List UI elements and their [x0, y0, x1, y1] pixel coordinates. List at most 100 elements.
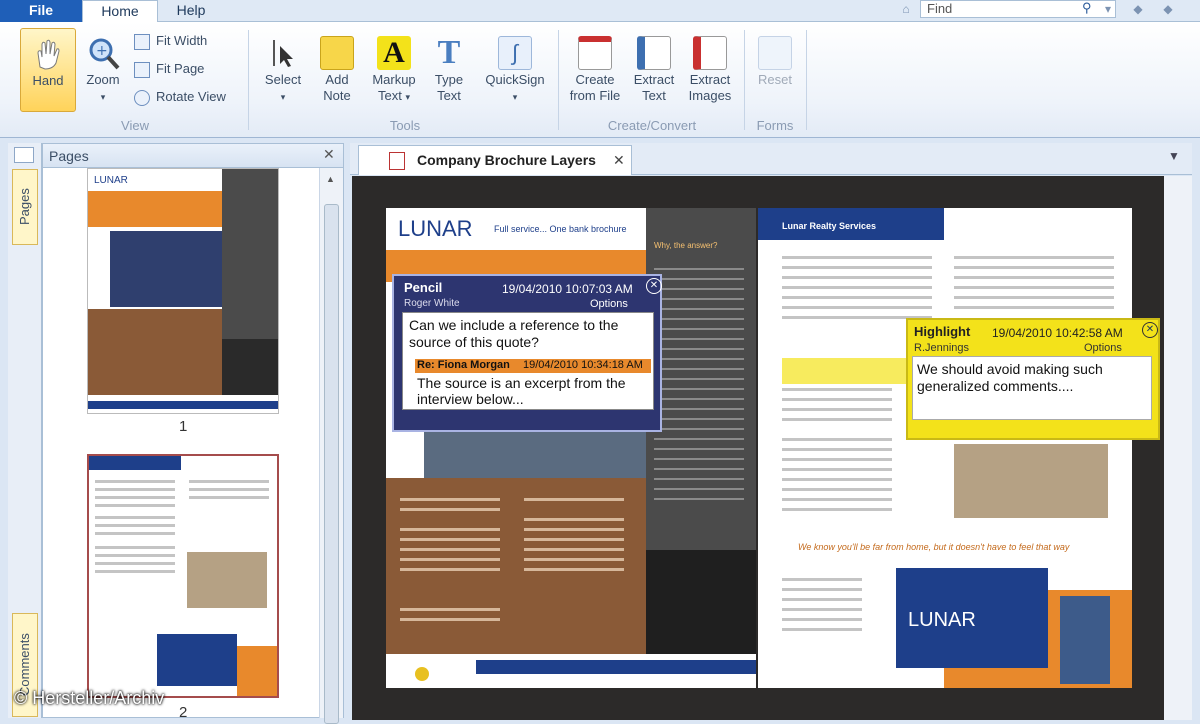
reply-author: Re: Fiona Morgan [417, 359, 510, 371]
comment-text: We should avoid making such generalized … [917, 361, 1103, 394]
comment-options-button[interactable]: Options [590, 298, 628, 310]
ribbon-tab-bar: File Home Help ⌂ Find ⚲ ▾ ◆ ◆ [0, 0, 1200, 23]
right-page-header: Lunar Realty Services [782, 221, 876, 231]
markup-text-button[interactable]: A Markup Text ▾ [366, 28, 422, 112]
chevron-down-icon[interactable]: ▾ [1100, 1, 1116, 17]
brochure-card-logo: LUNAR [908, 609, 976, 631]
ribbon-separator [248, 30, 249, 130]
svg-text:+: + [96, 43, 108, 59]
type-text-button[interactable]: T Type Text [426, 28, 472, 112]
create-from-file-button[interactable]: Create from File [564, 28, 626, 112]
add-note-button[interactable]: Add Note [312, 28, 362, 112]
scroll-thumb[interactable] [324, 204, 339, 724]
close-comment-icon[interactable]: ✕ [1142, 322, 1158, 338]
comment-date: 19/04/2010 10:42:58 AM [992, 326, 1123, 340]
group-view-label: View [121, 118, 149, 133]
comment-body[interactable]: Can we include a reference to the source… [402, 312, 654, 410]
forward-icon[interactable]: ◆ [1130, 1, 1146, 17]
pages-scrollbar[interactable]: ▲ [319, 168, 343, 724]
comment-options-button[interactable]: Options [1084, 342, 1122, 354]
extract-text-button[interactable]: Extract Text [628, 28, 680, 112]
comment-author: Roger White [404, 298, 460, 309]
extract-images-icon [693, 36, 727, 70]
reset-button[interactable]: Reset [750, 28, 800, 112]
page-number-1: 1 [179, 418, 188, 435]
ribbon: Hand + Zoom ▾ Fit Width Fit Page Rotate V… [0, 22, 1200, 138]
reply-text: The source is an excerpt from the interv… [417, 375, 626, 407]
zoom-button[interactable]: + Zoom ▾ [78, 28, 128, 112]
close-tab-icon[interactable]: ✕ [613, 146, 625, 174]
reset-icon [758, 36, 792, 70]
side-tab-strip: Pages Comments [8, 143, 42, 718]
hand-label: Hand [32, 73, 64, 88]
type-text-icon: T [437, 34, 461, 71]
ribbon-separator [558, 30, 559, 130]
page-number-2: 2 [179, 704, 188, 721]
help-icon[interactable]: ◆ [1160, 1, 1176, 17]
tab-home[interactable]: Home [82, 0, 158, 23]
panel-toggle-icon[interactable] [14, 147, 34, 163]
rotate-icon [134, 89, 150, 106]
right-page-art: Lunar Realty Services We know you'll be … [758, 208, 1132, 688]
pdf-file-icon [389, 152, 405, 170]
hand-button[interactable]: Hand [20, 28, 76, 112]
quicksign-button[interactable]: ∫ QuickSign ▾ [478, 28, 552, 112]
side-tab-pages[interactable]: Pages [12, 169, 38, 245]
ribbon-separator [806, 30, 807, 130]
extract-images-button[interactable]: Extract Images [682, 28, 738, 112]
pages-panel: Pages ✕ LUNAR 1 2 ▲ [42, 143, 344, 724]
extract-text-label: Extract Text [633, 72, 675, 103]
copyright-watermark: © Hersteller/Archiv [14, 688, 165, 708]
group-create-label: Create/Convert [607, 118, 697, 133]
fit-page-label: Fit Page [156, 61, 205, 76]
comment-text: Can we include a reference to the source… [409, 317, 619, 350]
home-icon[interactable]: ⌂ [898, 1, 914, 17]
cursor-icon [266, 36, 300, 70]
highlight-comment-popup[interactable]: Highlight 19/04/2010 10:42:58 AM ✕ R.Jen… [906, 318, 1160, 440]
app-window: File Home Help ⌂ Find ⚲ ▾ ◆ ◆ Hand + Zoo… [0, 0, 1200, 724]
type-text-label: Type Text [434, 72, 464, 103]
thumbnail-1-art: LUNAR [88, 169, 278, 409]
document-canvas[interactable]: LUNAR Full service... One bank brochure … [352, 176, 1164, 720]
fit-width-icon [134, 33, 150, 50]
signature-icon: ∫ [498, 36, 532, 70]
extract-images-label: Extract Images [688, 72, 732, 103]
select-label: Select [264, 72, 302, 87]
markup-text-icon: A [377, 36, 411, 70]
create-from-file-label: Create from File [569, 72, 621, 103]
fit-page-icon [134, 61, 150, 78]
tab-help[interactable]: Help [160, 0, 222, 22]
hand-icon [31, 37, 65, 71]
page-thumbnail-2[interactable] [87, 454, 279, 698]
fit-page-button[interactable]: Fit Page [134, 58, 204, 80]
tab-list-dropdown-icon[interactable]: ▼ [1168, 149, 1180, 163]
comment-type: Pencil [404, 280, 443, 295]
tab-file[interactable]: File [0, 0, 82, 22]
brochure-quote: We know you'll be far from home, but it … [798, 542, 1070, 552]
rotate-view-button[interactable]: Rotate View [134, 86, 226, 108]
comment-type: Highlight [914, 324, 971, 339]
zoom-label: Zoom [86, 72, 120, 87]
pages-panel-title: Pages [49, 148, 89, 164]
group-forms-label: Forms [756, 118, 794, 133]
search-icon[interactable]: ⚲ [1082, 0, 1098, 16]
document-tab-title: Company Brochure Layers [417, 152, 596, 168]
fit-width-button[interactable]: Fit Width [134, 30, 207, 52]
document-tab[interactable]: Company Brochure Layers ✕ [358, 145, 632, 175]
document-tab-bar: Company Brochure Layers ✕ ▼ [350, 143, 1192, 175]
pencil-comment-popup[interactable]: Pencil 19/04/2010 10:07:03 AM ✕ Roger Wh… [392, 274, 662, 432]
select-button[interactable]: Select ▾ [258, 28, 308, 112]
ribbon-separator [744, 30, 745, 130]
thumb-logo: LUNAR [94, 175, 128, 186]
scroll-up-icon[interactable]: ▲ [326, 174, 335, 184]
close-icon[interactable]: ✕ [323, 146, 335, 163]
page-thumbnail-1[interactable]: LUNAR [87, 168, 279, 414]
why-heading: Why, the answer? [654, 241, 718, 250]
canvas-vertical-scrollbar[interactable] [1164, 176, 1192, 720]
comment-body[interactable]: We should avoid making such generalized … [912, 356, 1152, 420]
close-comment-icon[interactable]: ✕ [646, 278, 662, 294]
comment-date: 19/04/2010 10:07:03 AM [502, 282, 633, 296]
create-file-icon [578, 36, 612, 70]
brochure-right-page: Lunar Realty Services We know you'll be … [758, 208, 1132, 688]
brochure-logo: LUNAR [398, 216, 473, 241]
